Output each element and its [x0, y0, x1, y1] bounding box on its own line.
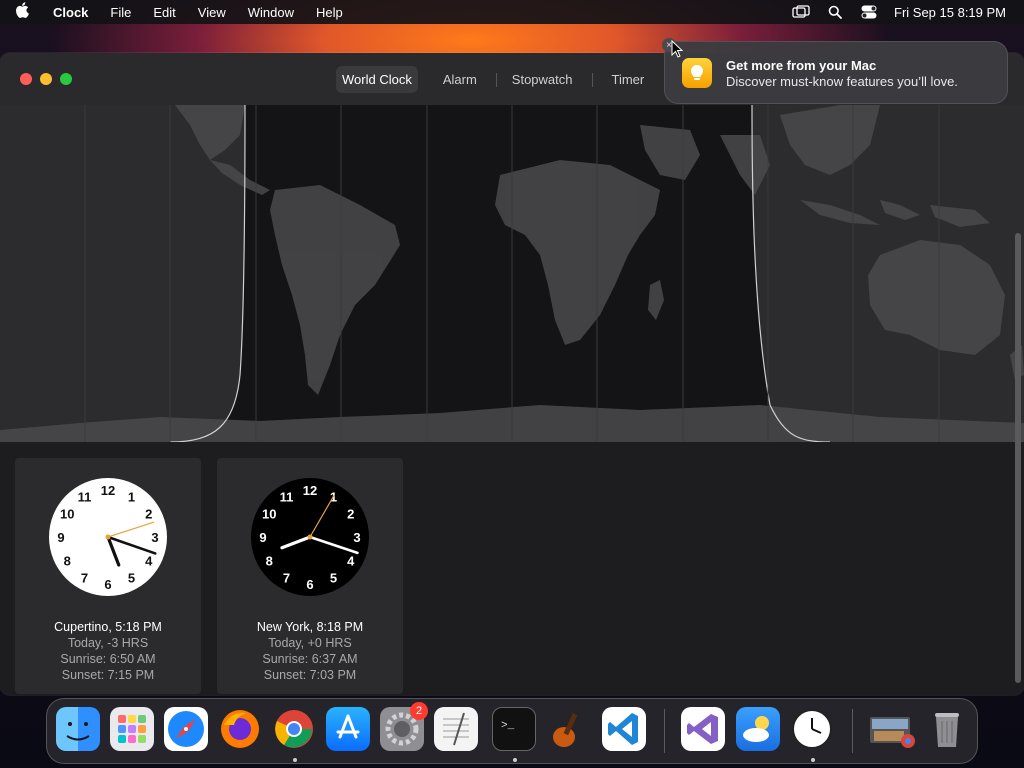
clock-city-time: Cupertino, 5:18 PM	[54, 620, 162, 634]
notification-body: Discover must-know features you’ll love.	[726, 74, 958, 89]
clock-offset: Today, +0 HRS	[268, 636, 352, 650]
mouse-pointer-icon	[671, 40, 683, 58]
chrome-icon[interactable]	[272, 707, 316, 751]
visual-studio-icon[interactable]	[681, 707, 725, 751]
tab-stopwatch[interactable]: Stopwatch	[498, 66, 591, 93]
running-indicator	[513, 758, 517, 762]
menu-view[interactable]: View	[187, 5, 237, 20]
clock-numeral: 8	[266, 554, 273, 569]
clock-numeral: 11	[280, 489, 294, 504]
analog-clock-face: 12 12 3 45 6 789 10 11	[49, 478, 167, 596]
clock-numeral: 3	[151, 530, 158, 545]
clock-numeral: 4	[347, 554, 355, 569]
app-store-icon[interactable]	[326, 707, 370, 751]
tips-app-icon	[682, 58, 712, 88]
clock-numeral: 12	[303, 483, 317, 498]
clock-numeral: 9	[57, 530, 64, 545]
apple-menu-icon[interactable]	[0, 2, 44, 22]
vertical-scrollbar[interactable]	[1015, 233, 1021, 683]
textedit-icon[interactable]	[434, 707, 478, 751]
clock-center-pin	[105, 534, 111, 540]
clock-numeral: 11	[78, 489, 92, 504]
clock-numeral: 7	[283, 571, 290, 586]
notification-banner[interactable]: Get more from your Mac Discover must-kno…	[664, 41, 1008, 104]
garageband-icon[interactable]	[546, 707, 590, 751]
clock-numeral: 2	[347, 507, 354, 522]
dock-divider	[852, 709, 853, 753]
world-map	[0, 105, 1024, 442]
clock-center-pin	[307, 534, 313, 540]
clock-numeral: 10	[60, 507, 74, 522]
tab-divider	[419, 73, 420, 87]
tab-alarm[interactable]: Alarm	[421, 66, 495, 93]
menu-help[interactable]: Help	[305, 5, 354, 20]
clock-numeral: 9	[259, 530, 266, 545]
safari-icon[interactable]	[164, 707, 208, 751]
clock-sunrise: Sunrise: 6:50 AM	[60, 652, 156, 666]
clock-numeral: 12	[101, 483, 115, 498]
clock-numeral: 6	[306, 577, 313, 592]
world-map-graphic	[0, 105, 1024, 442]
running-indicator	[293, 758, 297, 762]
trash-icon[interactable]	[925, 707, 969, 751]
clock-numeral: 10	[262, 507, 276, 522]
clock-numeral: 7	[81, 571, 88, 586]
world-clock-card[interactable]: 121234567891011 New York, 8:18 PM Today,…	[217, 458, 403, 694]
launchpad-icon[interactable]	[110, 707, 154, 751]
visual-studio-code-icon[interactable]	[602, 707, 646, 751]
app-menu-clock[interactable]: Clock	[44, 5, 99, 20]
weather-icon[interactable]	[736, 707, 780, 751]
screen-mirroring-icon[interactable]	[784, 0, 818, 24]
menu-bar: Clock File Edit View Window Help Fri Sep…	[0, 0, 1024, 24]
menu-window[interactable]: Window	[237, 5, 305, 20]
clock-app-icon[interactable]	[790, 707, 834, 751]
window-minimize-button[interactable]	[40, 73, 52, 85]
clock-sunset: Sunset: 7:03 PM	[263, 668, 357, 682]
clock-window: World Clock Alarm Stopwatch Timer 12 1 2…	[0, 53, 1024, 695]
downloads-stack-icon[interactable]	[868, 707, 915, 751]
menu-bar-datetime[interactable]: Fri Sep 15 8:19 PM	[886, 5, 1024, 20]
clock-sunrise: Sunrise: 6:37 AM	[262, 652, 358, 666]
clock-numeral: 3	[353, 530, 360, 545]
spotlight-search-icon[interactable]	[818, 0, 852, 24]
clock-sunset: Sunset: 7:15 PM	[61, 668, 155, 682]
clock-numeral: 4	[145, 554, 153, 569]
tab-divider	[591, 72, 593, 87]
tab-divider	[495, 72, 497, 87]
clock-offset: Today, -3 HRS	[67, 636, 149, 650]
terminal-icon[interactable]: >_	[492, 707, 536, 751]
clock-numeral: 5	[330, 571, 337, 586]
firefox-icon[interactable]	[218, 707, 262, 751]
running-indicator	[811, 758, 815, 762]
svg-text:>_: >_	[501, 720, 515, 732]
window-close-button[interactable]	[20, 73, 32, 85]
dock-divider	[664, 709, 665, 753]
world-clock-card[interactable]: 12 1 2 3 4 5 6 7 8 9 10 11 Cupertino, 5:18 PM Today…	[15, 458, 201, 694]
system-settings-icon[interactable]: 2	[380, 702, 428, 751]
notification-title: Get more from your Mac	[726, 58, 877, 73]
dock: 2 >_	[46, 698, 978, 764]
notification-badge: 2	[410, 702, 428, 720]
analog-clock-face: 121234567891011	[251, 478, 369, 596]
clock-numeral: 8	[64, 554, 71, 569]
tab-bar: World Clock Alarm Stopwatch Timer	[336, 66, 650, 93]
finder-icon[interactable]	[56, 707, 100, 751]
window-zoom-button[interactable]	[60, 73, 72, 85]
clock-numeral: 5	[128, 571, 135, 586]
clock-numeral: 6	[104, 577, 111, 592]
clock-numeral: 1	[128, 489, 135, 504]
clock-numeral: 2	[145, 507, 152, 522]
tab-world-clock[interactable]: World Clock	[336, 66, 418, 93]
clock-city-time: New York, 8:18 PM	[256, 620, 364, 634]
menu-edit[interactable]: Edit	[142, 5, 186, 20]
tab-timer[interactable]: Timer	[594, 66, 651, 93]
control-center-icon[interactable]	[852, 0, 886, 24]
menu-file[interactable]: File	[99, 5, 142, 20]
